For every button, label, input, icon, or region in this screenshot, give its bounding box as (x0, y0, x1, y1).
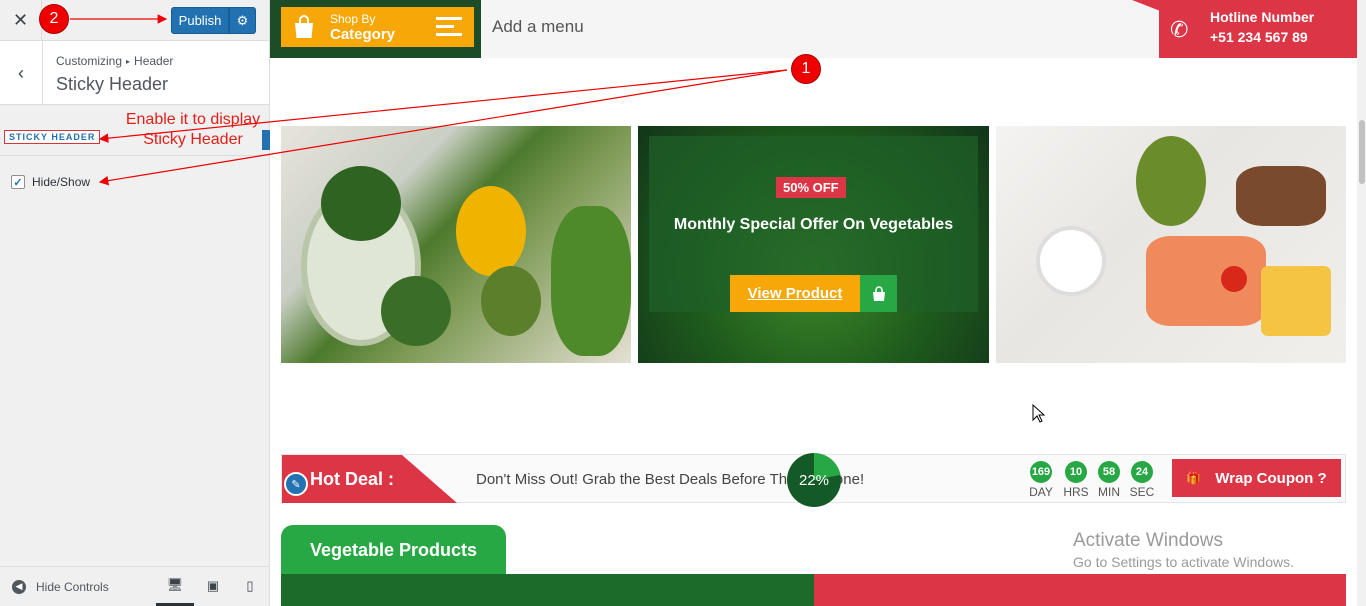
shop-by-category-text: Shop By Category (330, 11, 395, 43)
shopping-bag-icon (289, 12, 319, 42)
customizer-sidebar: ✕ Publish ⚙ ‹ Customizing ▸ Header Sticky … (0, 0, 270, 606)
collapse-icon: ◀ (12, 579, 26, 594)
phone-icon: ✆ (1170, 17, 1189, 42)
offer-title: Monthly Special Offer On Vegetables (673, 216, 954, 233)
site-header: Shop By Category Add a menu ✆ Hotline Nu… (270, 0, 1357, 58)
back-arrow-icon[interactable]: ‹ (0, 41, 43, 105)
category-menu-wrap: Shop By Category (270, 0, 481, 58)
hotline-title: Hotline Number (1210, 9, 1315, 25)
avocado-shape (1136, 136, 1206, 226)
nuts-shape (1236, 166, 1326, 226)
annotation-note-line2: Sticky Header (143, 131, 243, 148)
countdown-unit: SEC (1129, 485, 1155, 499)
broccoli-shape (381, 276, 451, 346)
hotline-number[interactable]: +51 234 567 89 (1210, 29, 1308, 45)
hide-show-checkbox[interactable]: ✓ (11, 175, 25, 189)
countdown-value: 169 (1030, 461, 1052, 483)
countdown-value: 10 (1065, 461, 1087, 483)
annotation-step-1: 1 (791, 54, 821, 84)
shop-by-label: Shop By (330, 12, 376, 26)
close-icon[interactable]: ✕ (0, 0, 42, 41)
mobile-preview-icon[interactable]: ▯ (231, 566, 269, 606)
breadcrumb: Customizing ▸ Header (56, 54, 173, 68)
desktop-preview-icon[interactable]: 🖥 (156, 566, 194, 606)
shop-by-category-button[interactable]: Shop By Category (281, 7, 474, 47)
countdown-days: 169 DAY (1026, 461, 1056, 499)
annotation-note: Enable it to display Sticky Header (116, 110, 270, 150)
product-banner-red[interactable] (814, 574, 1346, 606)
annotation-note-line1: Enable it to display (125, 111, 261, 128)
hotline-box: ✆ Hotline Number +51 234 567 89 (1132, 0, 1357, 58)
hot-deal-label: Hot Deal : (310, 469, 395, 489)
section-header: ‹ Customizing ▸ Header Sticky Header (0, 41, 269, 105)
vegetable-products-tab[interactable]: Vegetable Products (281, 525, 506, 575)
countdown-unit: HRS (1063, 485, 1089, 499)
broccoli-shape (321, 166, 401, 241)
pencil-icon[interactable]: ✎ (284, 472, 308, 496)
shopping-bag-icon[interactable] (860, 275, 897, 312)
countdown-hours: 10 HRS (1061, 461, 1091, 499)
cheese-bowl-shape (1036, 226, 1106, 296)
publish-button[interactable]: Publish (171, 7, 229, 34)
hide-show-label[interactable]: Hide/Show (32, 175, 90, 189)
watermark-line1: Activate Windows (1073, 530, 1223, 551)
hamburger-icon (436, 17, 462, 41)
countdown-minutes: 58 MIN (1094, 461, 1124, 499)
wrap-coupon-button[interactable]: 🎁 Wrap Coupon ? (1172, 459, 1341, 497)
tablet-preview-icon[interactable]: ▣ (194, 566, 232, 606)
gift-icon: 🎁 (1186, 471, 1202, 485)
divider (0, 155, 269, 156)
cheese-shape (1261, 266, 1331, 336)
banner-vegetables-image[interactable] (281, 126, 631, 363)
banner-groceries-image[interactable] (996, 126, 1346, 363)
category-label: Category (330, 26, 396, 43)
countdown-value: 24 (1131, 461, 1153, 483)
scroll-progress-circle[interactable]: 22% (787, 453, 841, 507)
sticky-header-label: STICKY HEADER (4, 130, 101, 144)
banner-special-offer: 50% OFF Monthly Special Offer On Vegetab… (638, 126, 989, 363)
wrap-coupon-label: Wrap Coupon ? (1215, 469, 1327, 487)
countdown-unit: MIN (1098, 485, 1120, 499)
countdown-value: 58 (1098, 461, 1120, 483)
avocado-shape (481, 266, 541, 336)
discount-badge: 50% OFF (776, 177, 846, 198)
watermark-line2: Go to Settings to activate Windows. (1073, 554, 1294, 570)
product-banner-green[interactable] (281, 574, 814, 606)
breadcrumb-section: Header (134, 54, 174, 68)
section-title: Sticky Header (56, 74, 169, 94)
view-product-button[interactable]: View Product (730, 275, 860, 312)
annotation-step-2: 2 (39, 4, 69, 34)
hide-controls-button[interactable]: ◀ Hide Controls (12, 579, 109, 594)
pepper-shape (456, 186, 526, 276)
salmon-shape (1146, 236, 1266, 326)
windows-activation-watermark: Activate Windows Go to Settings to activ… (1073, 530, 1294, 570)
site-preview: Shop By Category Add a menu ✆ Hotline Nu… (270, 0, 1366, 606)
preview-scrollbar[interactable] (1357, 0, 1366, 606)
gear-icon[interactable]: ⚙ (229, 7, 256, 34)
breadcrumb-root: Customizing (56, 54, 123, 68)
hide-show-option[interactable]: ✓ Hide/Show (11, 175, 90, 189)
countdown-unit: DAY (1029, 485, 1053, 499)
add-menu-link[interactable]: Add a menu (492, 17, 584, 37)
countdown-seconds: 24 SEC (1127, 461, 1157, 499)
caret-right-icon: ▸ (126, 57, 131, 66)
greens-shape (551, 206, 631, 356)
customizer-footer: ◀ Hide Controls 🖥 ▣ ▯ (0, 566, 269, 606)
hide-controls-label: Hide Controls (36, 579, 109, 594)
tomato-shape (1221, 266, 1247, 292)
scrollbar-thumb[interactable] (1359, 120, 1365, 184)
